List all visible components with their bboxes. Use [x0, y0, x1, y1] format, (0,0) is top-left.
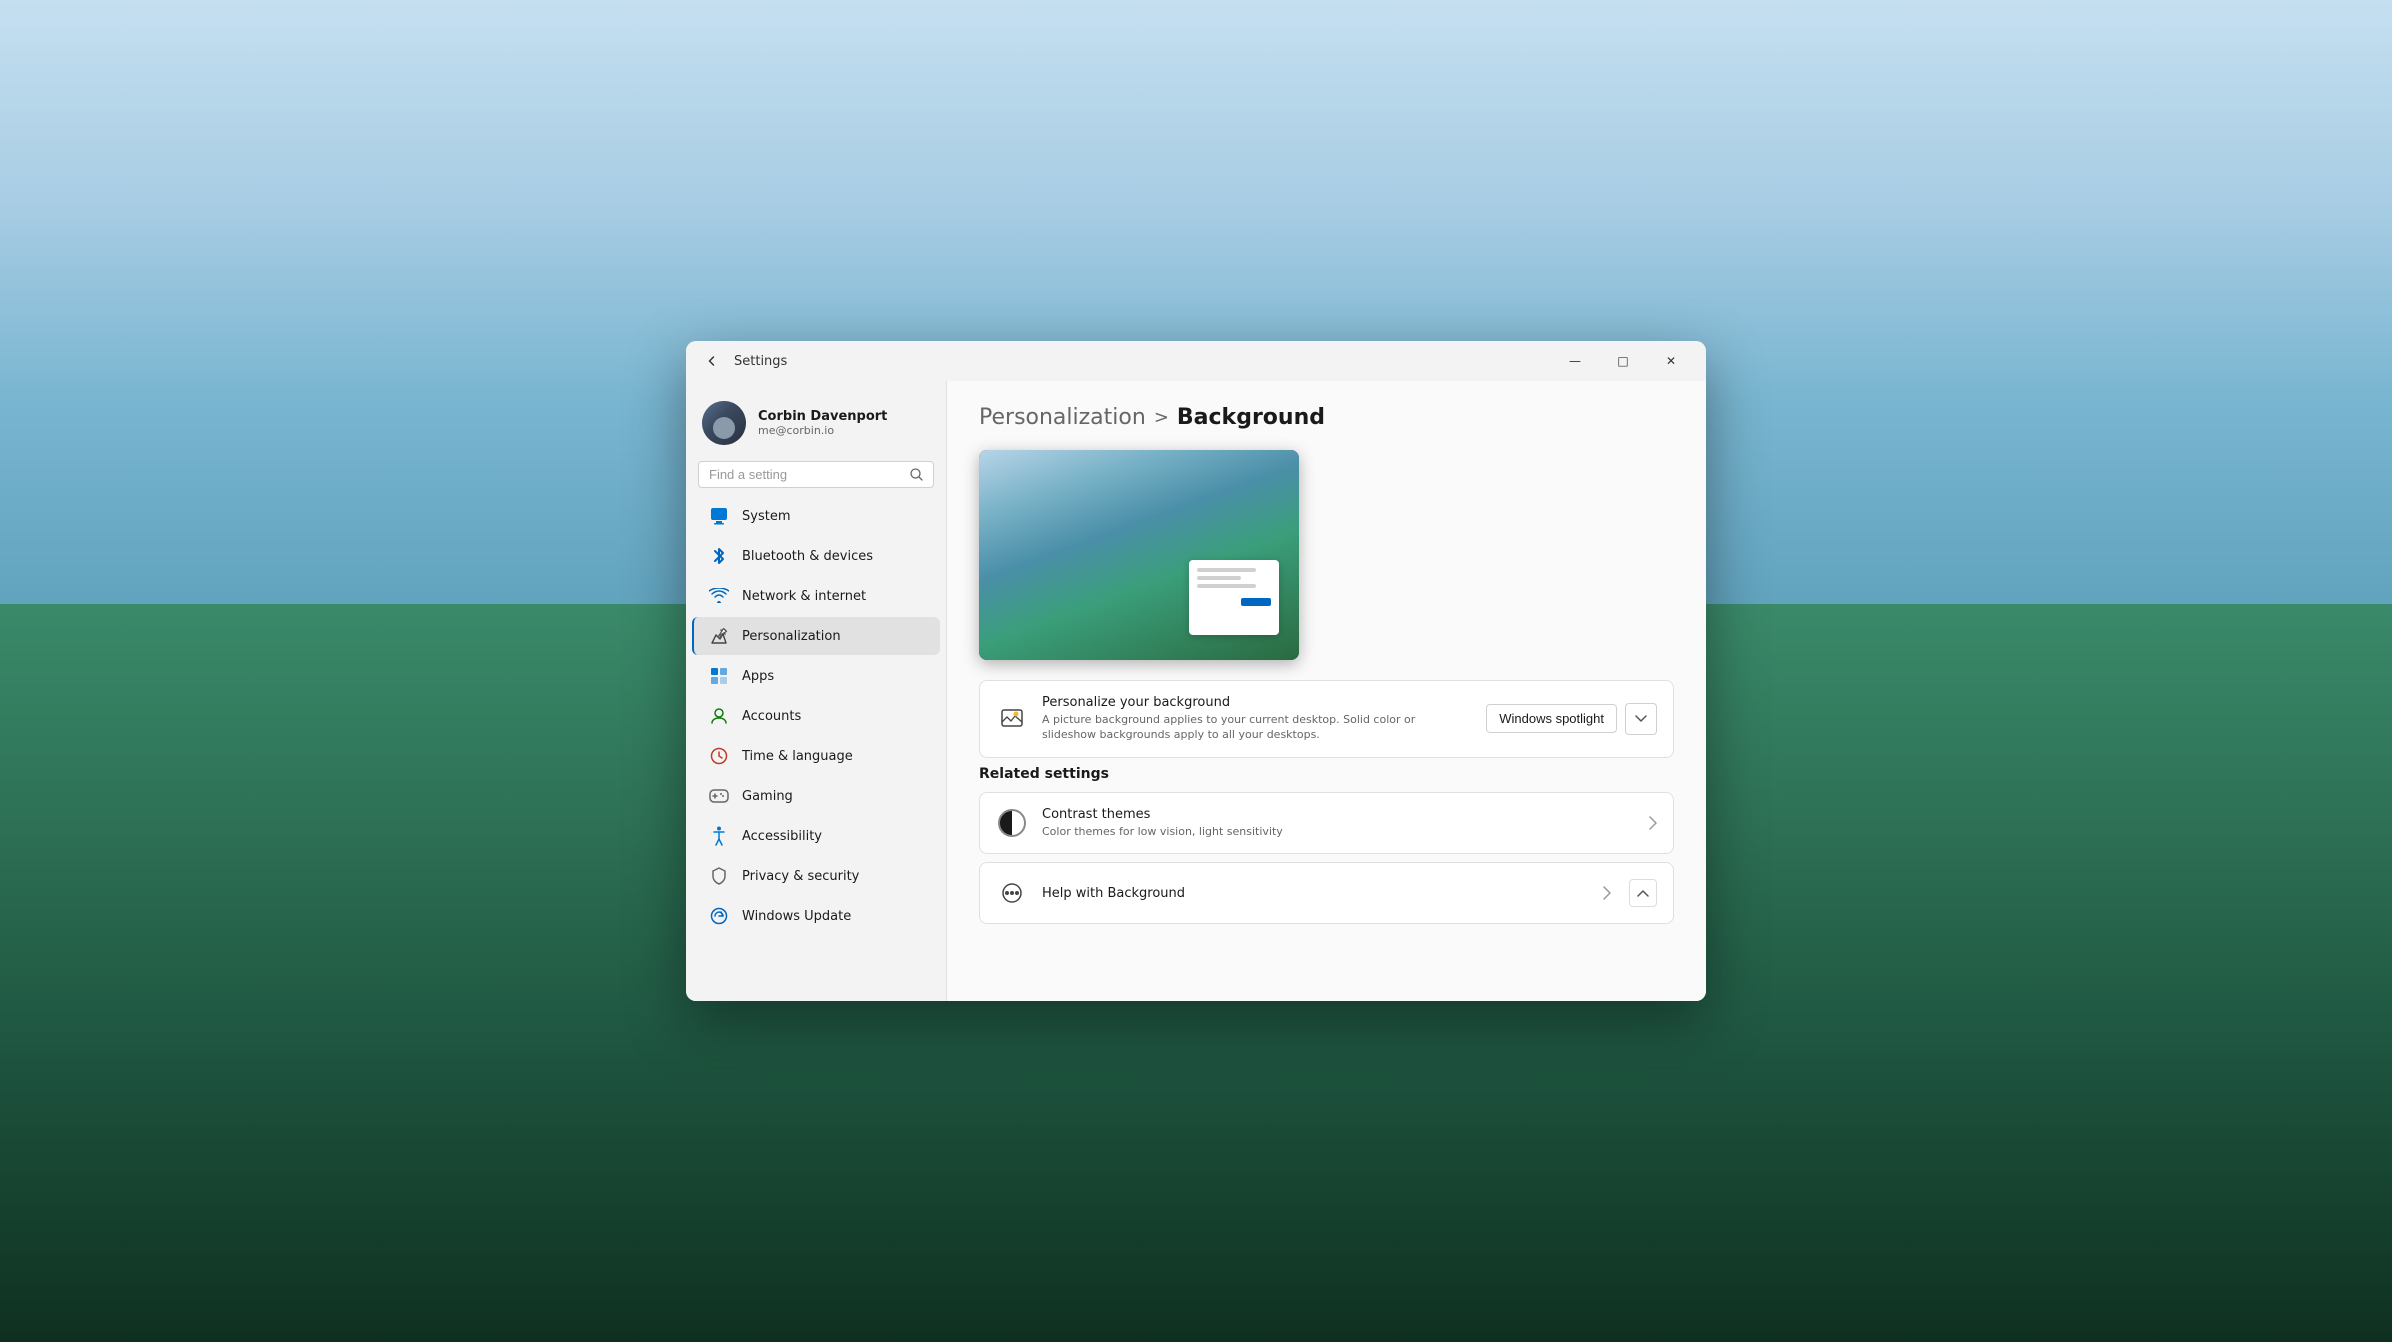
accounts-icon — [708, 705, 730, 727]
accessibility-icon — [708, 825, 730, 847]
network-icon — [708, 585, 730, 607]
background-dropdown[interactable]: Windows spotlight — [1486, 704, 1617, 733]
sidebar-label-update: Windows Update — [742, 909, 851, 924]
breadcrumb-separator: > — [1154, 407, 1169, 428]
close-button[interactable]: ✕ — [1648, 345, 1694, 377]
sidebar-item-bluetooth[interactable]: Bluetooth & devices — [692, 537, 940, 575]
sidebar-item-accounts[interactable]: Accounts — [692, 697, 940, 735]
contrast-themes-title: Contrast themes — [1042, 807, 1635, 822]
sidebar: Corbin Davenport me@corbin.io — [686, 381, 946, 1001]
update-icon — [708, 905, 730, 927]
desktop-preview-image — [979, 450, 1299, 660]
help-background-card[interactable]: Help with Background — [979, 862, 1674, 924]
sidebar-item-system[interactable]: System — [692, 497, 940, 535]
background-setting-title: Personalize your background — [1042, 695, 1472, 710]
avatar — [702, 401, 746, 445]
user-info: Corbin Davenport me@corbin.io — [758, 409, 887, 437]
sidebar-label-accessibility: Accessibility — [742, 829, 822, 844]
contrast-themes-card[interactable]: Contrast themes Color themes for low vis… — [979, 792, 1674, 854]
help-background-chevron — [1603, 886, 1611, 900]
help-collapse-btn[interactable] — [1629, 879, 1657, 907]
time-icon — [708, 745, 730, 767]
background-setting-row: Personalize your background A picture ba… — [980, 681, 1673, 757]
sidebar-label-bluetooth: Bluetooth & devices — [742, 549, 873, 564]
bluetooth-icon — [708, 545, 730, 567]
search-icon — [910, 468, 923, 481]
titlebar-title: Settings — [734, 354, 787, 369]
back-button[interactable] — [698, 347, 726, 375]
maximize-button[interactable]: □ — [1600, 345, 1646, 377]
content-area: Personalization > Background — [946, 381, 1706, 1001]
user-email: me@corbin.io — [758, 424, 887, 437]
sidebar-item-privacy[interactable]: Privacy & security — [692, 857, 940, 895]
sidebar-label-apps: Apps — [742, 669, 774, 684]
background-setting-card: Personalize your background A picture ba… — [979, 680, 1674, 758]
apps-icon — [708, 665, 730, 687]
contrast-themes-icon — [996, 807, 1028, 839]
settings-window: Settings — □ ✕ Corbin Davenport me@corbi… — [686, 341, 1706, 1001]
help-background-text: Help with Background — [1042, 886, 1589, 901]
search-box[interactable] — [698, 461, 934, 488]
sidebar-item-time[interactable]: Time & language — [692, 737, 940, 775]
sidebar-label-gaming: Gaming — [742, 789, 793, 804]
sidebar-item-network[interactable]: Network & internet — [692, 577, 940, 615]
titlebar: Settings — □ ✕ — [686, 341, 1706, 381]
related-settings-title: Related settings — [979, 766, 1674, 782]
sidebar-item-accessibility[interactable]: Accessibility — [692, 817, 940, 855]
preview-dialog-button — [1241, 598, 1271, 606]
background-setting-text: Personalize your background A picture ba… — [1042, 695, 1472, 743]
gaming-icon — [708, 785, 730, 807]
sidebar-item-personalization[interactable]: Personalization — [692, 617, 940, 655]
sidebar-item-update[interactable]: Windows Update — [692, 897, 940, 935]
sidebar-label-system: System — [742, 509, 790, 524]
contrast-themes-chevron — [1649, 816, 1657, 830]
breadcrumb-parent[interactable]: Personalization — [979, 405, 1146, 430]
help-icon — [996, 877, 1028, 909]
help-background-row: Help with Background — [980, 863, 1673, 923]
window-controls: — □ ✕ — [1552, 345, 1694, 377]
personalization-icon — [708, 625, 730, 647]
preview-line-2 — [1197, 576, 1241, 580]
sidebar-label-privacy: Privacy & security — [742, 869, 859, 884]
help-background-title: Help with Background — [1042, 886, 1589, 901]
user-profile[interactable]: Corbin Davenport me@corbin.io — [686, 389, 946, 461]
sidebar-label-accounts: Accounts — [742, 709, 801, 724]
breadcrumb-current: Background — [1177, 405, 1325, 430]
preview-line-3 — [1197, 584, 1256, 588]
window-body: Corbin Davenport me@corbin.io — [686, 381, 1706, 1001]
breadcrumb: Personalization > Background — [979, 405, 1674, 430]
background-dropdown-arrow[interactable] — [1625, 703, 1657, 735]
preview-dialog — [1189, 560, 1279, 635]
sidebar-item-gaming[interactable]: Gaming — [692, 777, 940, 815]
contrast-themes-desc: Color themes for low vision, light sensi… — [1042, 824, 1635, 839]
system-icon — [708, 505, 730, 527]
user-name: Corbin Davenport — [758, 409, 887, 424]
contrast-themes-row: Contrast themes Color themes for low vis… — [980, 793, 1673, 853]
search-input[interactable] — [709, 467, 902, 482]
background-setting-icon — [996, 703, 1028, 735]
contrast-themes-text: Contrast themes Color themes for low vis… — [1042, 807, 1635, 839]
preview-line-1 — [1197, 568, 1256, 572]
sidebar-item-apps[interactable]: Apps — [692, 657, 940, 695]
sidebar-label-time: Time & language — [742, 749, 853, 764]
background-setting-control: Windows spotlight — [1486, 703, 1657, 735]
privacy-icon — [708, 865, 730, 887]
sidebar-label-network: Network & internet — [742, 589, 866, 604]
sidebar-label-personalization: Personalization — [742, 629, 841, 644]
background-setting-desc: A picture background applies to your cur… — [1042, 712, 1472, 743]
background-preview — [979, 450, 1674, 660]
minimize-button[interactable]: — — [1552, 345, 1598, 377]
